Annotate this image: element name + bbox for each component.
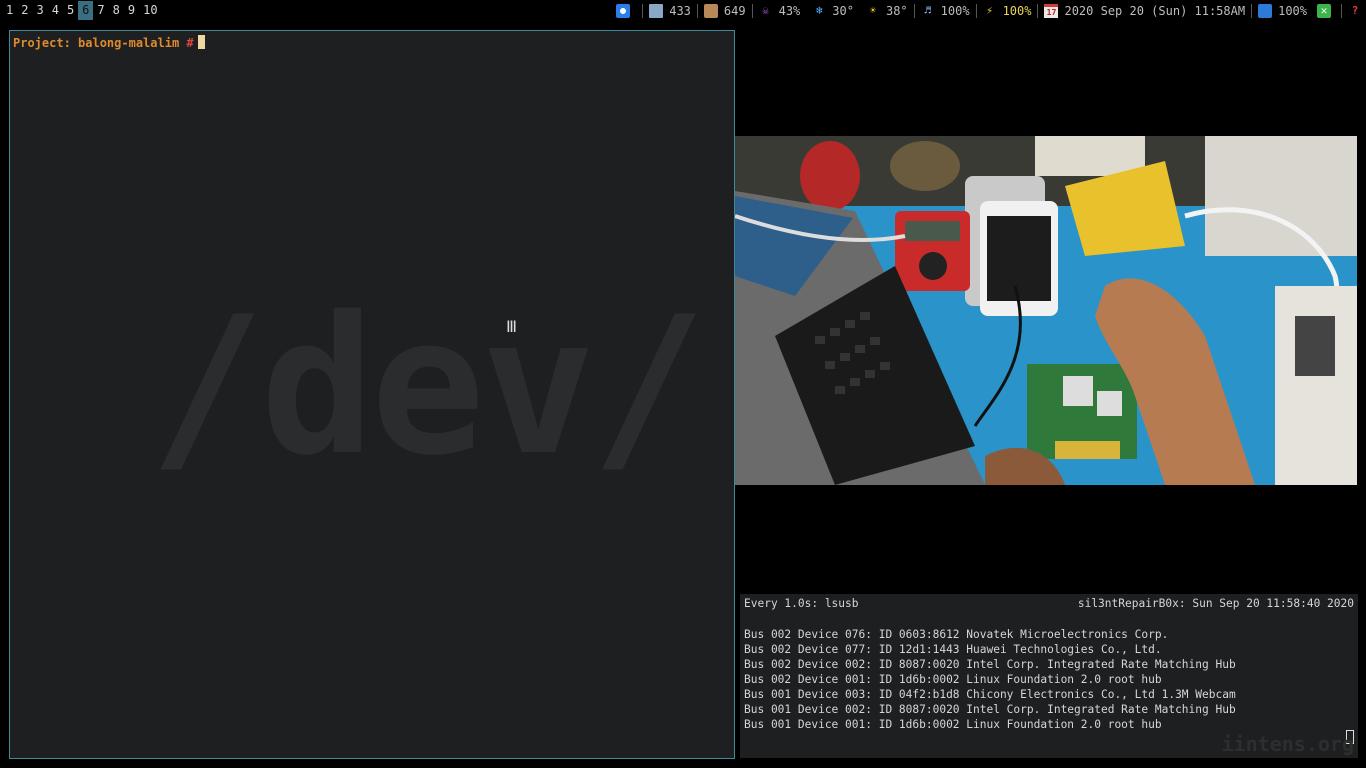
close-x-icon: ✕ [1317, 3, 1331, 18]
record-icon [616, 3, 631, 18]
workspace-6[interactable]: 6 [78, 1, 94, 20]
prompt-symbol: # [186, 36, 194, 50]
lightning-icon: ⚡ [986, 3, 993, 17]
usb-device-line: Bus 001 Device 001: ID 1d6b:0002 Linux F… [744, 718, 1162, 731]
workspace-5[interactable]: 5 [63, 1, 78, 20]
cpu-value: 43% [778, 3, 801, 18]
usb-device-line: Bus 001 Device 002: ID 8087:0020 Intel C… [744, 703, 1236, 716]
question-icon: ? [1351, 3, 1359, 17]
temp2-value: 38° [885, 3, 908, 18]
wifi-status[interactable]: 100% [1252, 0, 1313, 21]
usb-device-line: Bus 002 Device 001: ID 1d6b:0002 Linux F… [744, 673, 1162, 686]
terminal-window[interactable]: /dev/ Project: balong-malalim # Ⅲ [9, 30, 735, 759]
webcam-video-feed[interactable] [735, 136, 1357, 485]
workspace-7[interactable]: 7 [93, 1, 108, 20]
status-area: 433 649 ☠ 43% ❄ 30° ☀ 38° ♬ 100% ⚡ 100% [610, 0, 1362, 21]
workspace-9[interactable]: 9 [124, 1, 139, 20]
clock-status[interactable]: 17 2020 Sep 20 (Sun) 11:58AM [1038, 0, 1251, 21]
watch-host-time: sil3ntRepairB0x: Sun Sep 20 11:58:40 202… [1077, 597, 1354, 610]
package-icon [703, 3, 718, 18]
workspace-10[interactable]: 10 [139, 1, 161, 20]
ibeam-cursor-icon: Ⅲ [506, 317, 518, 336]
volume-status[interactable]: ♬ 100% [915, 0, 976, 21]
prompt-label: Project: balong-malalim [13, 36, 180, 50]
packages-value: 649 [723, 3, 746, 18]
workspace-1[interactable]: 1 [2, 1, 17, 20]
packages-status[interactable]: 649 [698, 0, 752, 21]
battery-value: 100% [1002, 3, 1032, 18]
usb-device-line: Bus 002 Device 077: ID 12d1:1443 Huawei … [744, 643, 1162, 656]
record-indicator[interactable] [610, 0, 642, 21]
temp1-value: 30° [832, 3, 854, 18]
cpu-invader-icon: ☠ [762, 3, 769, 17]
volume-value: 100% [940, 3, 970, 18]
workspace-3[interactable]: 3 [32, 1, 47, 20]
wifi-icon [1258, 3, 1273, 18]
workspace-list: 1 2 3 4 5 6 7 8 9 10 [2, 1, 162, 20]
usb-device-line: Bus 002 Device 076: ID 0603:8612 Novatek… [744, 628, 1169, 641]
cpu-status[interactable]: ☠ 43% [753, 0, 807, 21]
clock-value: 2020 Sep 20 (Sun) 11:58AM [1064, 3, 1246, 18]
help-status[interactable]: ? [1342, 0, 1362, 21]
memory-icon [649, 3, 664, 18]
watch-command: Every 1.0s: lsusb [744, 597, 859, 610]
memory-status[interactable]: 433 [643, 0, 697, 21]
top-status-bar: 1 2 3 4 5 6 7 8 9 10 433 649 ☠ 43% ❄ 30° [0, 0, 1366, 21]
wifi-value: 100% [1278, 3, 1307, 18]
temp1-status[interactable]: ❄ 30° [806, 0, 860, 21]
watch-header: Every 1.0s: lsusb sil3ntRepairB0x: Sun S… [744, 597, 1354, 612]
memory-value: 433 [669, 3, 691, 18]
terminal-watermark: /dev/ [150, 276, 706, 497]
usb-device-line: Bus 002 Device 002: ID 8087:0020 Intel C… [744, 658, 1236, 671]
text-cursor [197, 35, 205, 49]
watch-terminal[interactable]: Every 1.0s: lsusb sil3ntRepairB0x: Sun S… [740, 594, 1358, 758]
temp2-status[interactable]: ☀ 38° [860, 0, 914, 21]
battery-status[interactable]: ⚡ 100% [977, 0, 1038, 21]
snowflake-icon: ❄ [815, 3, 823, 17]
workspace-4[interactable]: 4 [48, 1, 63, 20]
calendar-icon: 17 [1044, 3, 1059, 18]
speaker-icon: ♬ [924, 3, 931, 17]
shell-prompt: Project: balong-malalim # [13, 35, 205, 50]
workspace-8[interactable]: 8 [109, 1, 124, 20]
network-toggle[interactable]: ✕ [1313, 0, 1341, 21]
usb-device-line: Bus 001 Device 003: ID 04f2:b1d8 Chicony… [744, 688, 1236, 701]
lsusb-output: Bus 002 Device 076: ID 0603:8612 Novatek… [744, 627, 1236, 732]
brand-watermark: iintens.org [1221, 732, 1354, 756]
sun-icon: ☀ [869, 3, 877, 17]
webcam-scene-image [735, 136, 1357, 485]
workspace-2[interactable]: 2 [17, 1, 32, 20]
